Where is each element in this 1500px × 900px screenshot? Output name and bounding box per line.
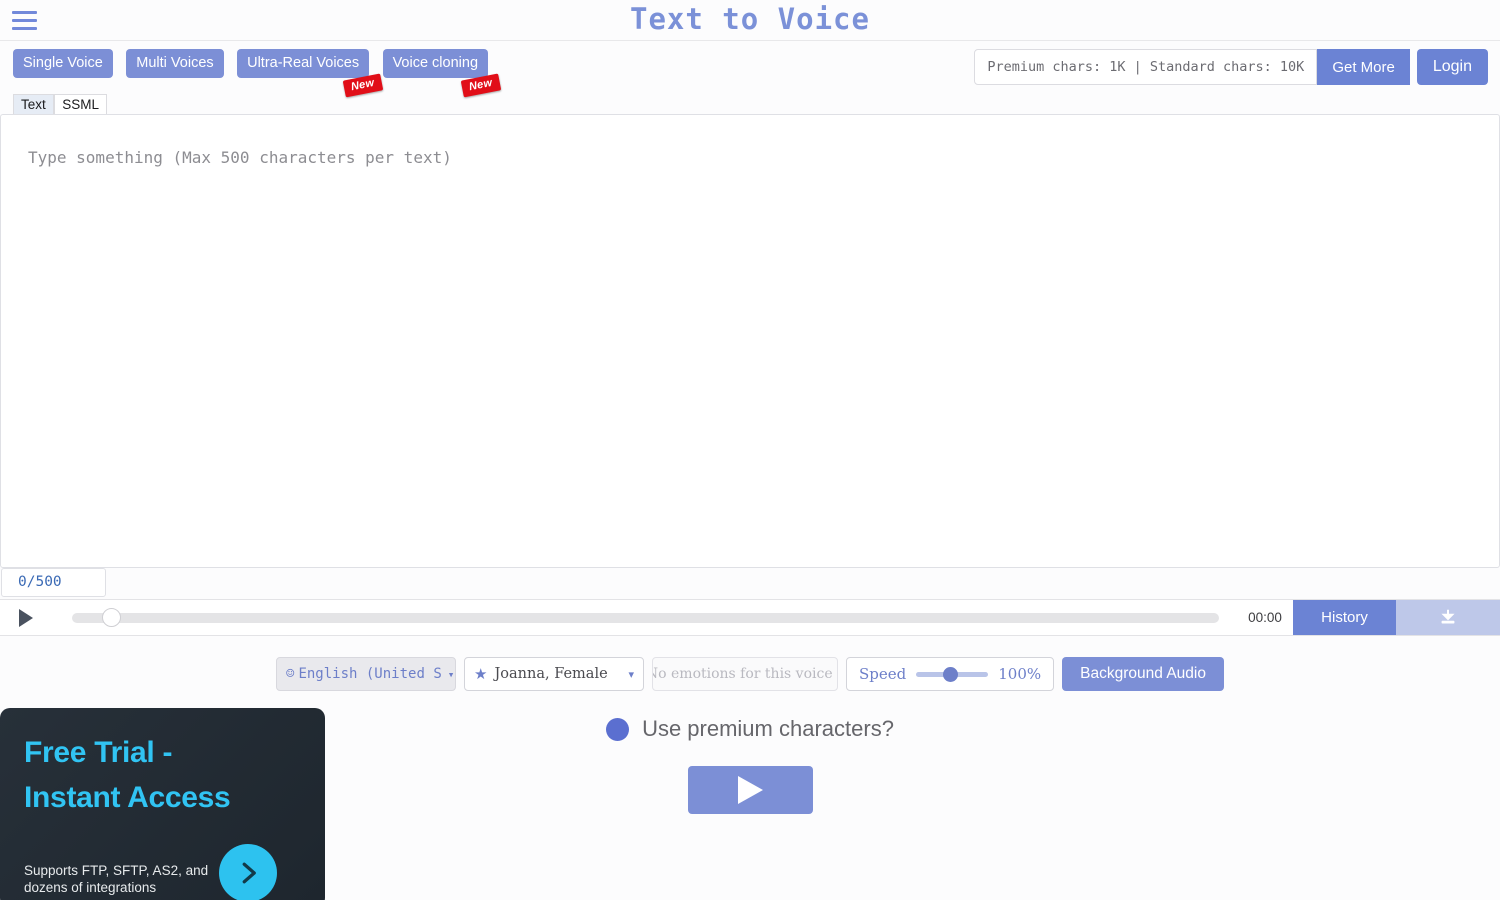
premium-characters-toggle[interactable] xyxy=(606,718,629,741)
generate-play-button[interactable] xyxy=(688,766,813,814)
page-title: Text to Voice xyxy=(0,2,1500,36)
top-header: Text to Voice xyxy=(0,0,1500,41)
emotion-value: No emotions for this voice xyxy=(652,666,833,682)
speed-slider[interactable] xyxy=(916,666,988,682)
language-value: English (United S xyxy=(298,666,441,682)
premium-characters-label: Use premium characters? xyxy=(642,716,894,742)
seek-thumb[interactable] xyxy=(102,608,121,627)
ad-cta-button[interactable] xyxy=(219,844,277,900)
text-editor[interactable]: Type something (Max 500 characters per t… xyxy=(0,114,1500,568)
download-icon xyxy=(1437,607,1459,629)
language-select[interactable]: ☺ English (United S ▾ xyxy=(276,657,456,691)
mode-label: Multi Voices xyxy=(136,55,213,71)
mode-label: Single Voice xyxy=(23,55,103,71)
mode-label: Ultra-Real Voices xyxy=(247,55,359,71)
header-account-area: Premium chars: 1K | Standard chars: 10K … xyxy=(974,49,1488,85)
mode-button-voice-cloning[interactable]: Voice cloning New xyxy=(383,49,488,78)
voice-controls: ☺ English (United S ▾ ★ Joanna, Female ▾… xyxy=(0,657,1500,691)
get-more-button[interactable]: Get More xyxy=(1317,49,1410,85)
speed-value: 100% xyxy=(998,665,1041,683)
voice-mode-toolbar: Single Voice Multi Voices Ultra-Real Voi… xyxy=(0,41,1500,93)
download-button[interactable] xyxy=(1396,600,1500,635)
audio-player: 00:00 History xyxy=(0,599,1500,636)
mode-button-ultra-real-voices[interactable]: Ultra-Real Voices New xyxy=(237,49,369,78)
history-button[interactable]: History xyxy=(1293,600,1396,635)
seek-track xyxy=(72,613,1219,623)
chevron-down-icon: ▾ xyxy=(442,668,455,681)
mode-button-multi-voices[interactable]: Multi Voices xyxy=(126,49,223,78)
speed-label: Speed xyxy=(859,665,906,683)
character-counter: 0/500 xyxy=(1,568,106,597)
character-counter-value: 0/500 xyxy=(18,574,62,590)
ad-subtitle: Supports FTP, SFTP, AS2, and dozens of i… xyxy=(24,862,224,896)
voice-value: Joanna, Female xyxy=(494,666,607,682)
login-button[interactable]: Login xyxy=(1417,49,1488,85)
speed-thumb[interactable] xyxy=(943,667,958,682)
ad-title-line1: Free Trial - xyxy=(24,730,301,775)
chevron-down-icon: ▾ xyxy=(622,668,634,681)
tab-ssml[interactable]: SSML xyxy=(54,94,107,115)
player-play-button[interactable] xyxy=(0,600,52,635)
chevron-right-icon xyxy=(233,858,263,888)
editor-tabs: Text SSML xyxy=(0,93,1500,114)
app-root: Text to Voice Single Voice Multi Voices … xyxy=(0,0,1500,900)
ad-banner[interactable]: Free Trial - Instant Access Supports FTP… xyxy=(0,708,325,900)
ad-title-line2: Instant Access xyxy=(24,775,301,820)
smiley-icon: ☺ xyxy=(286,666,294,682)
star-icon: ★ xyxy=(474,665,487,683)
speed-control: Speed 100% xyxy=(846,657,1054,691)
player-seek-bar[interactable] xyxy=(52,600,1237,635)
editor-placeholder: Type something (Max 500 characters per t… xyxy=(28,148,452,167)
play-icon xyxy=(19,609,33,627)
emotion-select[interactable]: No emotions for this voice ▾ xyxy=(652,657,838,691)
tab-text[interactable]: Text xyxy=(13,94,54,115)
voice-select[interactable]: ★ Joanna, Female ▾ xyxy=(464,657,644,691)
mode-button-single-voice[interactable]: Single Voice xyxy=(13,49,113,78)
player-time: 00:00 xyxy=(1237,600,1293,635)
mode-label: Voice cloning xyxy=(393,55,478,71)
play-icon xyxy=(738,776,763,804)
chevron-down-icon: ▾ xyxy=(833,668,838,681)
background-audio-button[interactable]: Background Audio xyxy=(1062,657,1224,691)
character-balance: Premium chars: 1K | Standard chars: 10K xyxy=(974,49,1317,85)
